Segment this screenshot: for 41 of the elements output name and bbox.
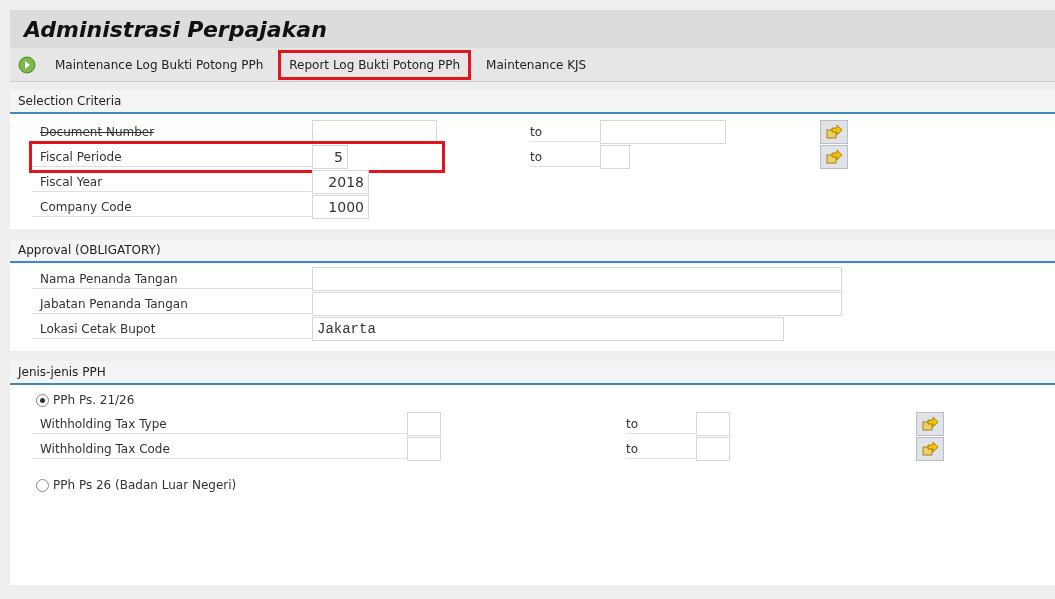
input-field[interactable] (312, 292, 842, 316)
input-field[interactable] (312, 120, 437, 144)
input-field[interactable]: 1000 (312, 195, 369, 219)
multiple-selection-button[interactable] (916, 412, 944, 436)
input-field[interactable] (600, 145, 630, 169)
input-field[interactable]: 2018 (312, 170, 369, 194)
multiple-selection-button[interactable] (820, 120, 848, 144)
section-header: Jenis-jenis PPH (10, 361, 1055, 385)
field-label: Fiscal Year (32, 172, 312, 192)
field-label: Nama Penanda Tangan (32, 269, 312, 289)
input-field[interactable] (407, 437, 441, 461)
field-label: Withholding Tax Code (32, 439, 407, 459)
radio-label: PPh Ps. 21/26 (53, 392, 135, 409)
input-field[interactable]: 5 (312, 145, 348, 169)
arrow-icon (825, 124, 843, 140)
radio-button[interactable] (36, 393, 49, 407)
field-label: Company Code (32, 197, 312, 217)
field-label: Fiscal Periode (32, 147, 312, 167)
execute-icon[interactable] (18, 55, 36, 74)
field-label: Jabatan Penanda Tangan (32, 294, 312, 314)
arrow-icon (921, 416, 939, 432)
input-field[interactable] (600, 120, 726, 144)
radio-button[interactable] (36, 478, 49, 492)
toolbar-button[interactable]: Maintenance Log Bukti Potong PPh (44, 49, 275, 80)
input-field[interactable] (312, 267, 842, 291)
section-header: Selection Criteria (10, 90, 1055, 114)
arrow-icon (921, 441, 939, 457)
toolbar-button[interactable]: Maintenance KJS (475, 49, 598, 80)
field-label: Lokasi Cetak Bupot (32, 319, 312, 339)
title-bar: Administrasi Perpajakan (10, 10, 1055, 48)
toolbar-button[interactable]: Report Log Bukti Potong PPh (278, 49, 472, 80)
input-field[interactable]: Jakarta (312, 317, 784, 341)
input-field[interactable] (696, 412, 730, 436)
field-label: Withholding Tax Type (32, 414, 407, 434)
arrow-icon (825, 149, 843, 165)
input-field[interactable] (696, 437, 730, 461)
radio-label: PPh Ps 26 (Badan Luar Negeri) (53, 477, 237, 494)
multiple-selection-button[interactable] (916, 437, 944, 461)
multiple-selection-button[interactable] (820, 145, 848, 169)
section-header: Approval (OBLIGATORY) (10, 239, 1055, 263)
input-field[interactable] (407, 412, 441, 436)
